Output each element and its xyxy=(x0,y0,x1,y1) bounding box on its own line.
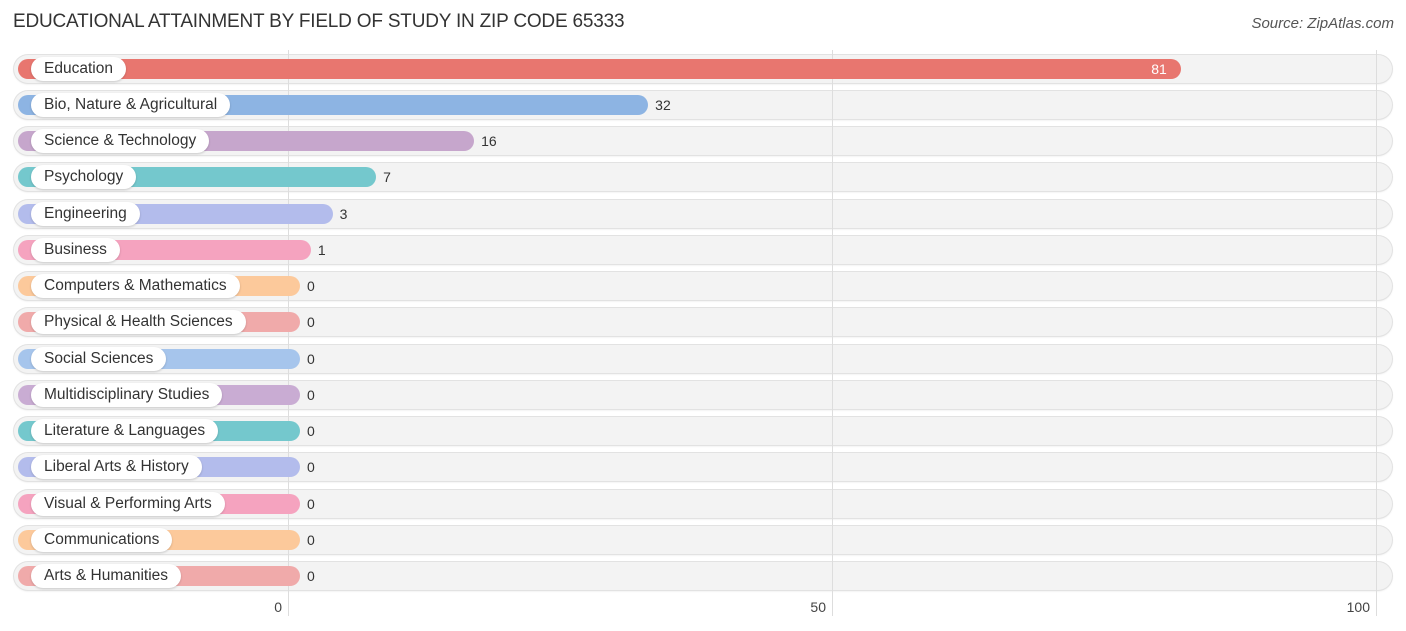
category-label: Psychology xyxy=(31,165,137,190)
category-label: Engineering xyxy=(31,201,140,226)
x-tick-label: 50 xyxy=(810,599,826,615)
category-label: Communications xyxy=(31,527,173,552)
value-label: 0 xyxy=(307,314,315,331)
category-label: Science & Technology xyxy=(31,129,210,153)
category-label: Arts & Humanities xyxy=(31,564,182,588)
x-tick-label: 100 xyxy=(1346,599,1370,615)
value-label: 7 xyxy=(383,169,391,186)
x-tick-label: 0 xyxy=(274,599,282,615)
value-label: 0 xyxy=(307,386,315,403)
value-label: 0 xyxy=(307,531,315,548)
value-label: 0 xyxy=(307,278,315,294)
value-label: 81 xyxy=(1151,60,1167,77)
category-label: Literature & Languages xyxy=(31,419,219,443)
value-label: 0 xyxy=(307,459,315,476)
value-label: 0 xyxy=(307,568,315,584)
category-label: Education xyxy=(31,56,126,81)
value-label: 1 xyxy=(317,241,326,258)
value-label: 0 xyxy=(307,423,315,439)
category-label: Computers & Mathematics xyxy=(31,274,240,298)
category-label: Multidisciplinary Studies xyxy=(31,382,223,407)
value-label: 0 xyxy=(307,495,315,512)
gridline-100 xyxy=(1376,50,1377,616)
value-label: 0 xyxy=(307,350,315,367)
bar[interactable] xyxy=(18,58,1182,79)
gridline-50 xyxy=(832,50,833,616)
category-label: Physical & Health Sciences xyxy=(31,310,246,335)
value-label: 32 xyxy=(655,96,671,113)
value-label: 3 xyxy=(339,205,348,222)
value-label: 16 xyxy=(481,133,497,149)
category-label: Liberal Arts & History xyxy=(31,455,202,480)
category-label: Visual & Performing Arts xyxy=(31,491,225,516)
category-label: Bio, Nature & Agricultural xyxy=(31,92,231,117)
bar-chart: Education 81 Bio, Nature & Agricultural 32 S… xyxy=(0,0,1406,631)
category-label: Social Sciences xyxy=(31,346,167,371)
category-label: Business xyxy=(31,237,120,262)
